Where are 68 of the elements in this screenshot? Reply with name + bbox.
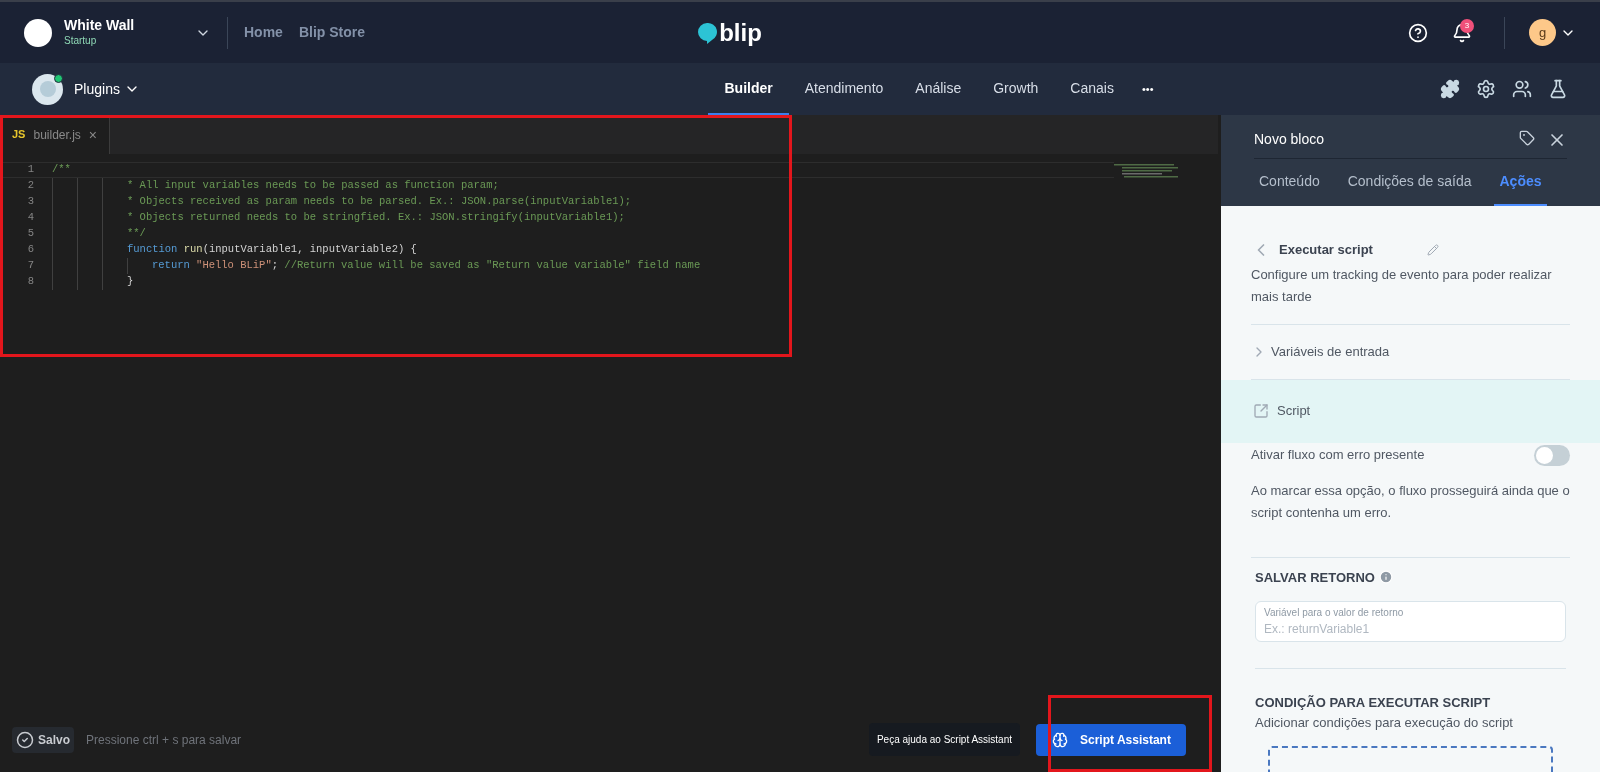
saved-status: Salvo [12,726,74,753]
file-name: builder.js [33,126,81,144]
bot-selector[interactable]: Plugins [74,78,194,100]
line-number: 8 [26,274,34,290]
code-line: function run(inputVariable1, inputVariable2) { [127,242,417,258]
line-number: 3 [26,194,34,210]
field-label: Variável para o valor de retorno [1264,606,1405,620]
puzzle-icon[interactable] [1440,79,1460,99]
code-line: **/ [127,226,146,242]
save-hint: Pressione ctrl + s para salvar [86,731,242,749]
line-number: 2 [26,178,34,194]
code-line: * Objects received as param needs to be parsed. Ex.: JSON.parse(inputVariable1); [127,194,632,210]
nav-tab[interactable]: Canais [1054,63,1130,115]
tag-icon[interactable] [1519,129,1535,146]
bell-icon[interactable] [1452,22,1472,43]
line-number: 1 [26,162,34,178]
chat-bubble-icon [697,21,718,44]
nav-tab[interactable]: Análise [899,63,978,115]
check-icon [16,730,34,749]
brain-icon [1052,731,1068,748]
minimap-drawing [1114,164,1178,178]
org-logo [24,18,52,47]
code-line: return "Hello BLiP"; //Return value will be saved as "Return value variable" field name [152,258,701,274]
users-icon[interactable] [1512,79,1532,99]
action-title: Executar script [1279,241,1374,260]
js-file-icon: JS [12,126,26,143]
bot-avatar [32,73,63,105]
more-button[interactable]: ••• [1129,63,1166,115]
panel-tab[interactable]: Conteúdo [1254,159,1325,206]
line-number: 6 [26,242,34,258]
error-toggle[interactable] [1534,444,1570,466]
flask-icon[interactable] [1548,79,1568,99]
script-row[interactable]: Script [1221,379,1600,443]
condition-description: Adicionar condições para execução do script [1255,713,1514,732]
nav-tab[interactable]: Growth [977,63,1055,115]
code-line: /** [52,162,71,178]
code-line: * Objects returned needs to be stringfied. Ex.: JSON.stringify(inputVariable1); [127,210,625,226]
line-number: 4 [26,210,34,226]
close-tab-button[interactable]: × [88,127,98,142]
settings-icon[interactable] [1476,79,1496,99]
toggle-label: Ativar fluxo com erro presente [1251,446,1425,465]
section-heading: CONDIÇÃO PARA EXECUTAR SCRIPT [1255,694,1492,712]
line-number: 5 [26,226,34,242]
nav-link[interactable]: Home [244,22,283,43]
inputs-section-toggle[interactable]: Variáveis de entrada [1251,325,1570,380]
panel-tab[interactable]: Condições de saída [1342,159,1477,206]
nav-tab[interactable]: Atendimento [788,63,900,115]
org-name: White Wall [64,17,136,33]
code-line: * All input variables needs to be passed as function param; [127,178,499,194]
tooltip: Peça ajuda ao Script Assistant [868,723,1020,756]
org-plan: Startup [64,34,98,48]
user-avatar[interactable]: g [1529,19,1556,46]
info-icon[interactable] [1378,570,1393,585]
external-link-icon [1253,403,1269,419]
line-number: 7 [26,258,34,274]
logo-text: blip [719,20,762,45]
block-title: Novo bloco [1254,130,1325,149]
nav-link[interactable]: Blip Store [298,22,366,43]
notification-count: 3 [1460,18,1474,33]
panel-tab[interactable]: Ações [1494,159,1547,206]
action-description: Configure um tracking de evento para poder realizar mais tarde [1251,264,1570,325]
section-heading: SALVAR RETORNO [1255,568,1375,587]
help-icon[interactable] [1408,22,1428,43]
code-line: } [127,274,134,290]
script-assistant-button[interactable]: Script Assistant [1036,723,1186,756]
nav-tab[interactable]: Builder [708,63,789,115]
return-variable-input[interactable]: Ex.: returnVariable1 [1264,620,1557,638]
toggle-description: Ao marcar essa opção, o fluxo prosseguirá ainda que o script contenha um erro. [1251,479,1570,558]
